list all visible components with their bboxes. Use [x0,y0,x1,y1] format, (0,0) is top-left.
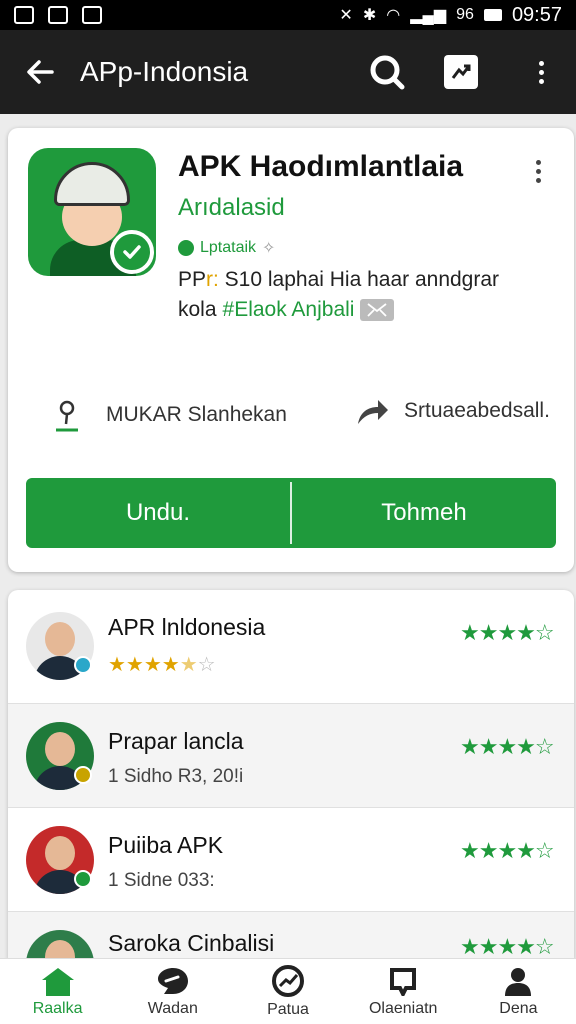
app-title: APK Haodımlantlaia [178,150,464,183]
location-pin-icon [56,400,78,432]
list-item-subtitle: 1 Sidne 033: [108,870,215,891]
gallery-icon [14,6,34,24]
share-arrow-icon [358,400,388,424]
location-info[interactable]: MUKAR Slanhekan [54,398,287,432]
search-button[interactable] [358,53,416,91]
star-rating: ★★★★☆ [460,838,555,863]
download-button[interactable]: Undu. [26,478,290,548]
back-button[interactable] [0,56,80,88]
share-button[interactable] [416,55,506,89]
nav-dena[interactable]: Dena [461,959,576,1024]
list-item[interactable]: APR lnldonesia ★★★★★☆ ★★★★☆ [8,590,574,704]
verified-badge-icon [74,766,92,784]
nav-olaeniatn[interactable]: Olaeniatn [346,959,461,1024]
verified-badge-icon [74,656,92,674]
app-detail-card: APK Haodımlantlaia Arıdalasid Lptataik ✧… [8,128,574,572]
nfc-icon: ✕ [339,7,353,24]
verified-check-icon [110,230,154,274]
more-vert-icon [538,60,544,84]
star-rating: ★★★★☆ [460,734,555,759]
app-icon [28,148,156,276]
star-rating: ★★★★☆ [460,620,555,645]
overflow-menu-button[interactable] [506,60,576,84]
share-info[interactable]: Srtuaeabedsall. [356,396,550,426]
more-vert-icon [536,160,541,183]
back-arrow-icon [27,60,54,84]
person-icon [505,967,532,996]
share-icon [444,55,478,89]
location-label: MUKAR Slanhekan [106,403,287,426]
star-rating: ★★★★☆ [460,934,555,959]
camera-icon [48,6,68,24]
list-item-title: Puiiba APK [108,832,224,858]
description-line-1: PPr: S10 laphai Hia haar anndgrar [178,268,500,291]
avatar [26,930,94,960]
list-item-title: APR lnldonesia [108,614,266,640]
bottom-navigation: Raalka Wadan Patua Olaeniatn Dena [0,958,576,1024]
list-item[interactable]: Prapar lancla 1 Sidho R3, 20!i ★★★★☆ [8,704,574,808]
tag-icon [157,967,188,994]
gold-star-rating: ★★★★★☆ [108,654,216,676]
list-item-title: Saroka Cinbalisi [108,930,275,956]
bluetooth-icon: ✱ [362,7,377,24]
more-button[interactable]: Tohmeh [292,478,556,548]
home-icon [41,967,74,996]
search-icon [370,55,405,90]
image-icon [82,6,102,24]
battery-icon [483,9,502,21]
mail-icon[interactable] [360,299,395,321]
notification-icons [14,6,102,24]
page-title: APp-Indonsia [80,56,249,87]
share-label: Srtuaeabedsall. [404,399,550,422]
wifi-icon: ◠ [386,7,401,24]
update-badge: Lptataik ✧ [178,238,275,258]
list-item[interactable]: Puiiba APK 1 Sidne 033: ★★★★☆ [8,808,574,912]
nav-home[interactable]: Raalka [0,959,115,1024]
app-bar: APp-Indonsia [0,30,576,114]
developer-link[interactable]: Arıdalasid [178,194,285,222]
action-buttons: Undu. Tohmeh [26,478,556,548]
badge-label: Lptataik [200,239,257,256]
card-overflow-button[interactable] [536,160,541,183]
related-list: APR lnldonesia ★★★★★☆ ★★★★☆ Prapar lancl… [8,590,574,960]
list-item-subtitle: 1 Sidho R3, 20!i [108,766,244,787]
nav-wadan[interactable]: Wadan [115,959,230,1024]
list-item[interactable]: Saroka Cinbalisi ★★★★☆ [8,912,574,960]
sparkle-icon: ✧ [262,240,276,257]
trending-icon [272,964,304,997]
status-bar: ✕ ✱ ◠ ▂▄▆ 96 09:57 [0,0,576,30]
verified-badge-icon [74,870,92,888]
signal-label: 96 [456,6,474,23]
signal-icon: ▂▄▆ [410,7,447,24]
bookmark-icon [390,967,417,996]
description-line-2: kola #Elaok Anjbali [178,298,395,322]
hashtag-link[interactable]: #Elaok Anjbali [223,298,355,322]
list-item-title: Prapar lancla [108,728,244,754]
download-dot-icon [178,240,194,256]
nav-patua[interactable]: Patua [230,959,345,1024]
clock: 09:57 [511,3,562,26]
